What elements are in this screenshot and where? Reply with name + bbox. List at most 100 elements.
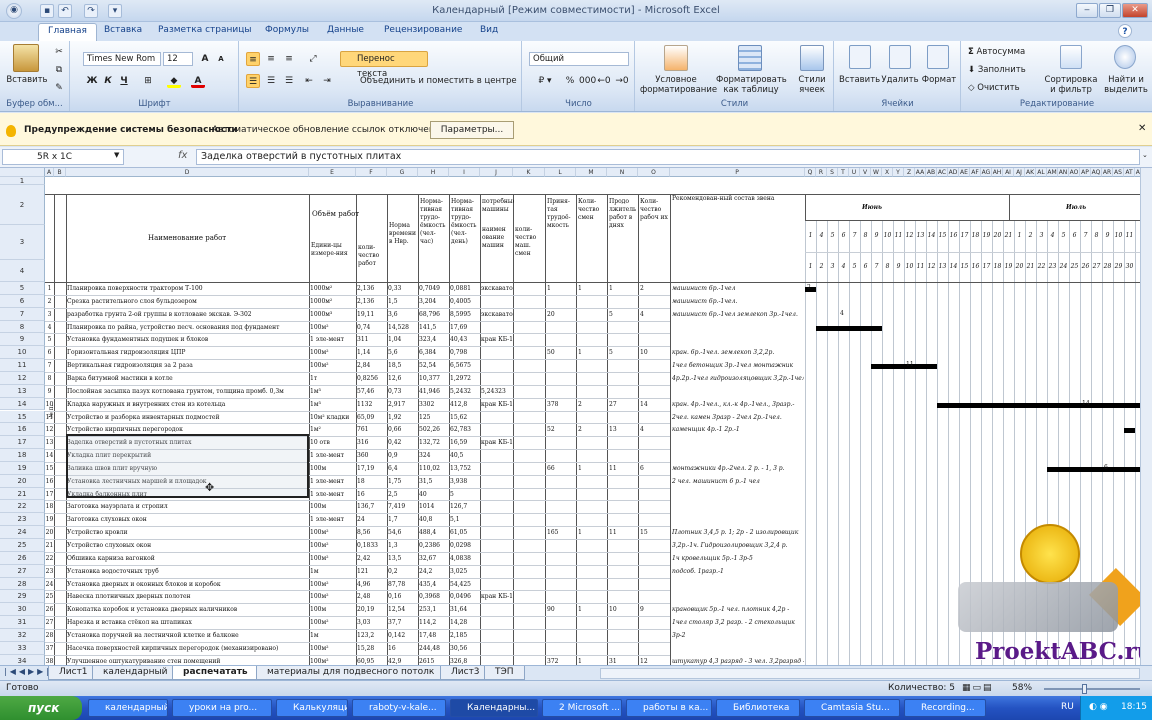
row-header-27[interactable]: 27 — [0, 564, 45, 578]
cell-u[interactable]: 1 эле-мент — [310, 451, 356, 460]
minimize-button[interactable]: ‒ — [1076, 3, 1098, 18]
cell-u[interactable]: 100м² — [310, 541, 356, 550]
taskbar-item[interactable]: работы в ка... — [626, 699, 712, 717]
increase-indent-icon[interactable]: ⇥ — [320, 74, 334, 88]
cell-u[interactable]: 100м² — [310, 554, 356, 563]
row-header-5[interactable]: 5 — [0, 282, 45, 295]
row-header-6[interactable]: 6 — [0, 294, 45, 308]
cell-u[interactable]: 10 отв — [310, 438, 356, 447]
cell-g[interactable]: 87,78 — [388, 580, 418, 589]
column-header-v[interactable]: V — [860, 168, 871, 177]
column-header-k[interactable]: K — [513, 168, 545, 177]
tab-review[interactable]: Рецензирование — [384, 25, 462, 35]
taskbar-item[interactable]: 2 Microsoft ... — [542, 699, 622, 717]
cell-j[interactable]: 5,24323 — [481, 387, 513, 396]
column-header-ak[interactable]: AK — [1025, 168, 1036, 177]
cell-n[interactable]: 18 — [45, 502, 54, 511]
conditional-formatting-button[interactable]: Условное форматирование — [640, 75, 717, 95]
cell-q[interactable]: 17,19 — [357, 464, 387, 473]
cell-h[interactable]: 3,204 — [419, 297, 449, 306]
column-header-f[interactable]: F — [356, 168, 387, 177]
cell-l[interactable]: 52 — [547, 425, 577, 434]
language-indicator[interactable]: RU — [1061, 702, 1074, 712]
cell-u[interactable]: 100м — [310, 464, 356, 473]
cell-h[interactable]: 132,72 — [419, 438, 449, 447]
column-header-a[interactable]: A — [45, 168, 54, 177]
cell-p[interactable]: монтажники 4р.-2чел. 2 р. - 1, 3 р. — [672, 464, 804, 473]
autosum-button[interactable]: Σ Автосумма — [968, 47, 1048, 57]
cell-name[interactable]: Устройство и разборка инвентарных подмос… — [67, 413, 309, 422]
column-header-an[interactable]: AN — [1058, 168, 1069, 177]
cell-q[interactable]: 0,8256 — [357, 374, 387, 383]
cell-q[interactable]: 2,136 — [357, 284, 387, 293]
cell-o[interactable]: 4 — [640, 425, 670, 434]
cell-u[interactable]: 100м² — [310, 618, 356, 627]
delete-cells-button[interactable]: Удалить — [881, 75, 919, 85]
cell-n[interactable]: 9 — [45, 387, 54, 396]
align-middle-icon[interactable]: ≡ — [264, 52, 278, 66]
column-header-q[interactable]: Q — [805, 168, 816, 177]
taskbar-item[interactable]: уроки на pro... — [172, 699, 272, 717]
cell-p[interactable]: 1чел бетонщик 3р.-1чел монтажник — [672, 361, 804, 370]
cell-nn[interactable]: 27 — [609, 400, 639, 409]
align-bottom-icon[interactable]: ≡ — [282, 52, 296, 66]
cell-name[interactable]: Кладка наружных и внутренних стен из кот… — [67, 400, 309, 409]
cell-o[interactable]: 9 — [640, 605, 670, 614]
cell-n[interactable]: 37 — [45, 644, 54, 653]
fill-color-icon[interactable]: ◆ — [167, 74, 181, 88]
cell-p[interactable]: машинист 6р.-1чел — [672, 284, 804, 293]
cell-n[interactable]: 19 — [45, 515, 54, 524]
cell-q[interactable]: 24 — [357, 515, 387, 524]
row-header-1[interactable]: 1 — [0, 177, 45, 185]
cell-u[interactable]: 100м — [310, 605, 356, 614]
cell-n[interactable]: 3 — [45, 310, 54, 319]
sheet-tab-materials[interactable]: материалы для подвесного потолк — [256, 666, 446, 680]
tab-formulas[interactable]: Формулы — [265, 25, 309, 35]
column-header-j[interactable]: J — [480, 168, 513, 177]
cell-name[interactable]: Варка битумной мастики в котле — [67, 374, 309, 383]
cell-u[interactable]: 1 эле-мент — [310, 477, 356, 486]
cell-i[interactable]: 17,69 — [450, 323, 480, 332]
align-center-icon[interactable]: ☰ — [264, 74, 278, 88]
cell-i[interactable]: 54,425 — [450, 580, 480, 589]
cell-g[interactable]: 1,04 — [388, 335, 418, 344]
column-header-e[interactable]: E — [309, 168, 356, 177]
column-header-u[interactable]: U — [849, 168, 860, 177]
cell-u[interactable]: 100м² — [310, 528, 356, 537]
column-header-aq[interactable]: AQ — [1091, 168, 1102, 177]
cell-u[interactable]: 100м² — [310, 657, 356, 665]
row-header-16[interactable]: 16 — [0, 423, 45, 437]
cell-u[interactable]: 1 эле-мент — [310, 490, 356, 499]
column-header-ad[interactable]: AD — [948, 168, 959, 177]
help-icon[interactable]: ? — [1118, 24, 1132, 38]
cell-n[interactable]: 28 — [45, 631, 54, 640]
taskbar-item[interactable]: Календарны... — [450, 699, 538, 717]
cell-l[interactable]: 1 — [547, 284, 577, 293]
find-select-button[interactable]: Найти и выделить — [1102, 75, 1150, 95]
cell-nn[interactable]: 10 — [609, 605, 639, 614]
tab-view[interactable]: Вид — [480, 25, 498, 35]
format-as-table-icon[interactable] — [738, 45, 762, 71]
cell-q[interactable]: 20,19 — [357, 605, 387, 614]
cell-q[interactable]: 60,95 — [357, 657, 387, 665]
cell-h[interactable]: 0,7049 — [419, 284, 449, 293]
cell-p[interactable]: 3р-2 — [672, 631, 804, 640]
cell-h[interactable]: 41,946 — [419, 387, 449, 396]
cell-i[interactable]: 126,7 — [450, 502, 480, 511]
cell-q[interactable]: 16 — [357, 490, 387, 499]
formula-input[interactable]: Заделка отверстий в пустотных плитах — [196, 149, 1140, 165]
cell-p[interactable]: машинист 6р.-1чел. — [672, 297, 804, 306]
cell-i[interactable]: 15,62 — [450, 413, 480, 422]
cell-q[interactable]: 65,09 — [357, 413, 387, 422]
cell-h[interactable]: 40 — [419, 490, 449, 499]
cell-n[interactable]: 1 — [45, 284, 54, 293]
column-header-m[interactable]: M — [576, 168, 607, 177]
cell-name[interactable]: Вертикальная гидроизоляция за 2 раза — [67, 361, 309, 370]
sort-filter-button[interactable]: Сортировка и фильтр — [1040, 75, 1102, 95]
cell-h[interactable]: 0,2386 — [419, 541, 449, 550]
cell-g[interactable]: 0,2 — [388, 567, 418, 576]
column-header-x[interactable]: X — [882, 168, 893, 177]
cell-h[interactable]: 110,02 — [419, 464, 449, 473]
row-header-28[interactable]: 28 — [0, 577, 45, 591]
currency-format-icon[interactable]: ₽ ▾ — [531, 74, 559, 88]
